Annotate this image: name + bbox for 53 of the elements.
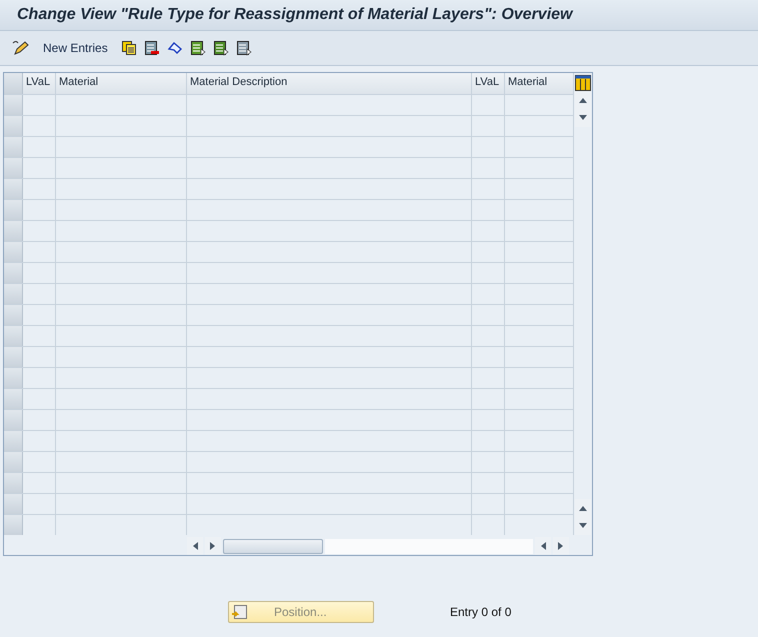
- right-arrow-icon: [558, 542, 564, 550]
- column-header[interactable]: LVaL: [23, 73, 56, 94]
- row-selector[interactable]: [4, 284, 23, 304]
- column-header[interactable]: LVaL: [472, 73, 505, 94]
- column-settings-icon[interactable]: [575, 75, 591, 91]
- scroll-up-button[interactable]: [575, 499, 591, 517]
- left-arrow-icon: [540, 542, 546, 550]
- new-entries-button[interactable]: New Entries: [37, 41, 114, 55]
- scroll-left-button[interactable]: [187, 537, 203, 555]
- row-selector[interactable]: [4, 95, 23, 115]
- row-selector[interactable]: [4, 347, 23, 367]
- up-arrow-icon: [579, 505, 587, 511]
- scroll-up-button[interactable]: [575, 91, 591, 109]
- left-arrow-icon: [192, 542, 198, 550]
- up-arrow-icon: [579, 97, 587, 103]
- row-selector[interactable]: [4, 389, 23, 409]
- position-icon: [232, 604, 248, 620]
- row-selector[interactable]: [4, 137, 23, 157]
- scroll-track[interactable]: [325, 538, 533, 554]
- down-arrow-icon: [579, 115, 587, 121]
- column-header[interactable]: Material Description: [187, 73, 472, 94]
- row-selector[interactable]: [4, 368, 23, 388]
- row-selector[interactable]: [4, 179, 23, 199]
- row-selector[interactable]: [4, 158, 23, 178]
- scroll-right-button[interactable]: [205, 537, 221, 555]
- scroll-right-button[interactable]: [553, 537, 569, 555]
- scroll-down-button[interactable]: [575, 517, 591, 535]
- row-selector[interactable]: [4, 473, 23, 493]
- copy-icon[interactable]: [120, 40, 137, 56]
- select-all-cell[interactable]: [4, 73, 23, 94]
- row-selector[interactable]: [4, 410, 23, 430]
- row-selector[interactable]: [4, 263, 23, 283]
- row-selector[interactable]: [4, 452, 23, 472]
- pencil-icon[interactable]: [12, 40, 30, 56]
- right-arrow-icon: [210, 542, 216, 550]
- entry-count: Entry 0 of 0: [450, 605, 512, 619]
- delete-icon[interactable]: [144, 40, 160, 56]
- row-selector[interactable]: [4, 242, 23, 262]
- row-selector[interactable]: [4, 431, 23, 451]
- row-selector[interactable]: [4, 200, 23, 220]
- scroll-thumb[interactable]: [223, 538, 323, 554]
- scroll-down-button[interactable]: [575, 109, 591, 127]
- row-selector[interactable]: [4, 515, 23, 535]
- row-selector[interactable]: [4, 326, 23, 346]
- row-selector[interactable]: [4, 305, 23, 325]
- row-selector[interactable]: [4, 221, 23, 241]
- window-title: Change View "Rule Type for Reassignment of Material Layers": Overview: [17, 6, 572, 24]
- column-header[interactable]: Material: [56, 73, 187, 94]
- down-arrow-icon: [579, 523, 587, 529]
- row-selector[interactable]: [4, 116, 23, 136]
- column-header[interactable]: Material: [505, 73, 574, 94]
- row-selector[interactable]: [4, 494, 23, 514]
- scroll-left-button[interactable]: [535, 537, 551, 555]
